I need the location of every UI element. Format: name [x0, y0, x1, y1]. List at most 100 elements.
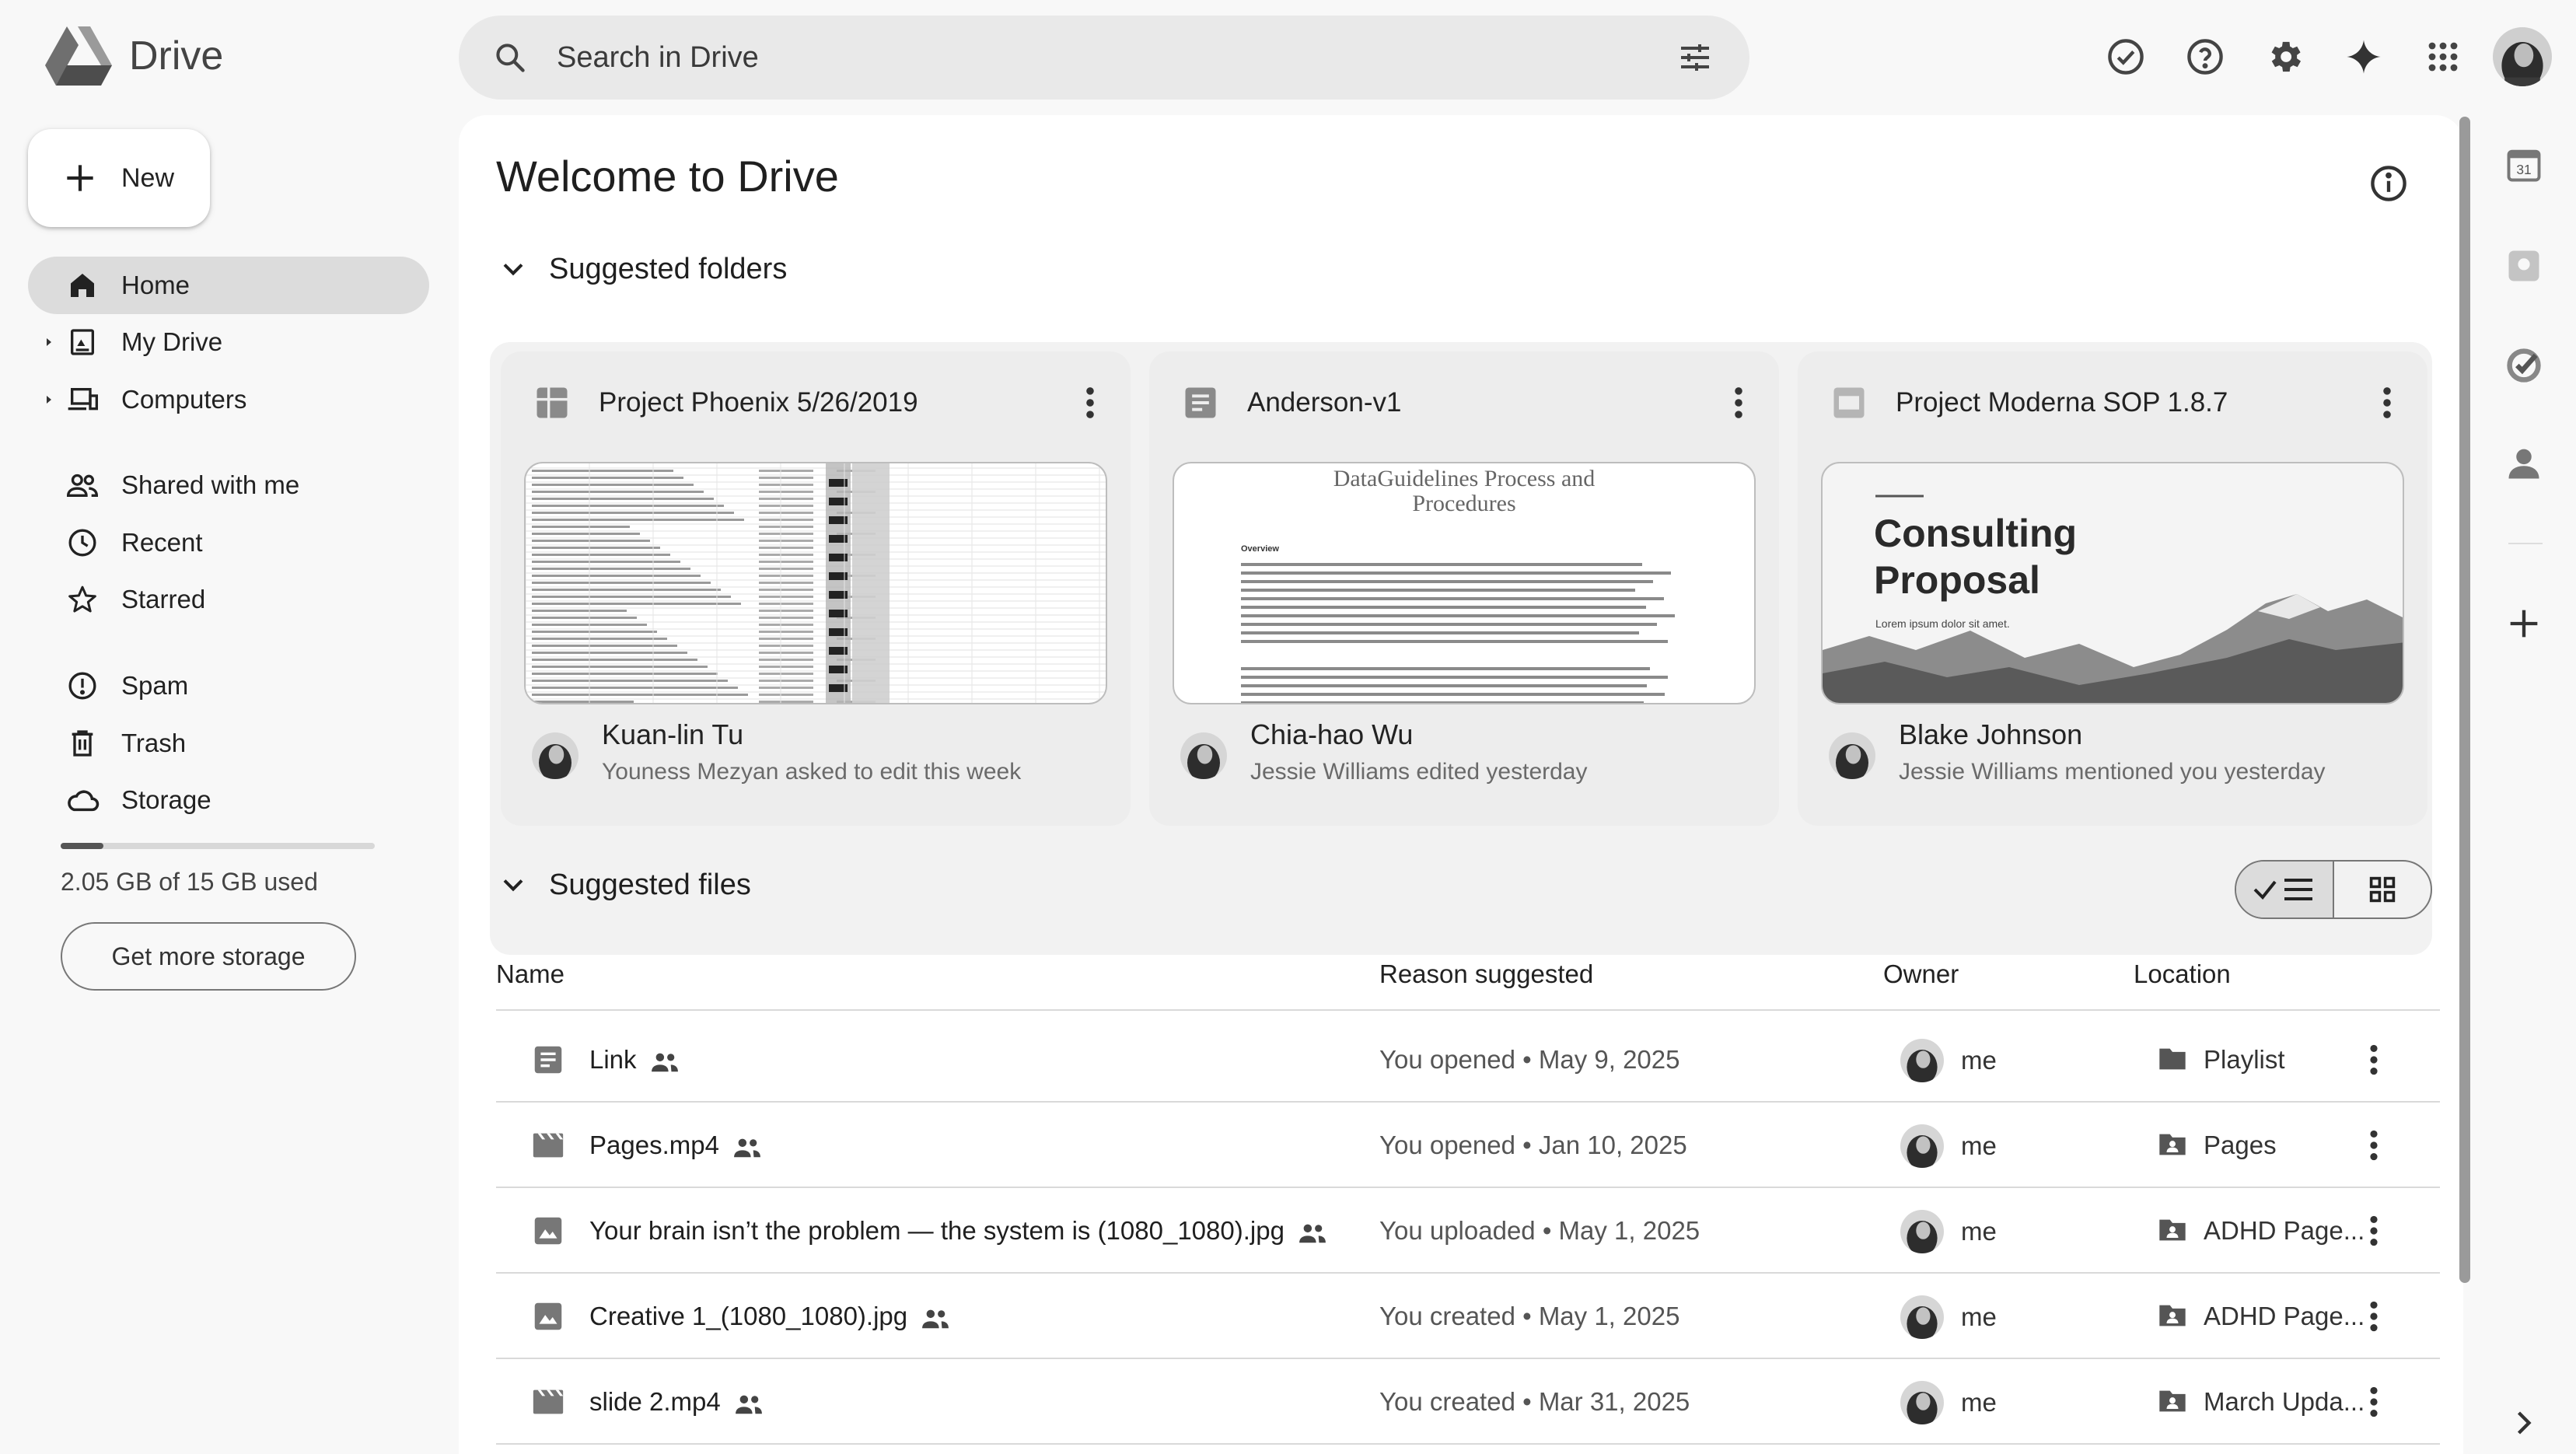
video-icon — [530, 1384, 566, 1420]
new-button[interactable]: New — [28, 129, 210, 227]
add-addon-icon[interactable] — [2504, 603, 2544, 644]
chevron-right-icon[interactable] — [2504, 1403, 2544, 1443]
suggested-card[interactable]: Anderson-v1 DataGuidelines Process and P… — [1149, 351, 1779, 826]
keep-icon[interactable] — [2504, 246, 2544, 286]
gemini-sparkle-icon[interactable] — [2333, 26, 2394, 87]
help-icon[interactable] — [2175, 26, 2235, 87]
sidebar-item-my-drive[interactable]: My Drive — [28, 313, 429, 371]
grid-icon — [2369, 876, 2396, 903]
people-icon — [62, 465, 103, 505]
suggested-card[interactable]: Project Moderna SOP 1.8.7 Consulting Pro… — [1798, 351, 2427, 826]
drive-logo[interactable]: Drive — [45, 26, 223, 86]
my-drive-icon — [62, 322, 103, 362]
get-more-storage-button[interactable]: Get more storage — [61, 922, 356, 991]
drive-app: Drive Search in Drive New Home My Drive … — [0, 0, 2576, 1454]
location-cell[interactable]: ADHD Page... — [2141, 1216, 2365, 1246]
card-title: Project Moderna SOP 1.8.7 — [1896, 387, 2228, 418]
location-cell[interactable]: Playlist — [2141, 1045, 2285, 1075]
info-icon[interactable] — [2368, 163, 2409, 204]
thumb-slide-title: Consulting Proposal — [1874, 512, 2078, 602]
card-owner: Blake Johnson — [1899, 718, 2083, 750]
ready-for-offline-icon[interactable] — [2095, 26, 2156, 87]
avatar — [1829, 732, 1875, 779]
spreadsheet-thumbnail — [524, 462, 1107, 704]
location-cell[interactable]: March Upda... — [2141, 1387, 2365, 1417]
shared-folder-icon — [2157, 1217, 2188, 1245]
sidebar-item-home[interactable]: Home — [28, 257, 429, 314]
table-row[interactable]: Creative 1_(1080_1080).jpg You created • … — [496, 1274, 2440, 1359]
suggested-card[interactable]: Project Phoenix 5/26/2019 Kuan-lin Tu Yo… — [501, 351, 1131, 826]
file-table-header: Name Reason suggested Owner Location — [496, 944, 2440, 1011]
suggested-folders-header[interactable]: Suggested folders — [496, 252, 787, 286]
scrollbar[interactable] — [2459, 117, 2470, 1283]
location-cell[interactable]: Pages — [2141, 1131, 2277, 1160]
suggested-files-header[interactable]: Suggested files — [496, 868, 751, 902]
shared-people-icon — [733, 1392, 764, 1415]
grid-view-button[interactable] — [2334, 862, 2431, 917]
avatar — [532, 732, 578, 779]
suggested-cards: Project Phoenix 5/26/2019 Kuan-lin Tu Yo… — [490, 342, 2432, 955]
table-row[interactable]: slide 2.mp4 You created • Mar 31, 2025 me M… — [496, 1359, 2440, 1445]
docs-icon — [530, 1042, 566, 1078]
chevron-down-icon[interactable] — [496, 868, 530, 902]
expand-caret-icon[interactable] — [44, 337, 54, 348]
app-name: Drive — [129, 33, 224, 79]
more-vert-icon[interactable] — [2370, 383, 2404, 423]
owner-cell: me — [1883, 1124, 1997, 1168]
sidebar-item-recent[interactable]: Recent — [28, 514, 429, 571]
file-name: Pages.mp4 — [589, 1131, 763, 1160]
storage-usage-fill — [61, 843, 104, 849]
spam-icon — [62, 666, 103, 706]
computers-icon — [62, 379, 103, 420]
card-activity: Youness Mezyan asked to edit this week — [602, 759, 1022, 785]
sidebar-item-computers[interactable]: Computers — [28, 371, 429, 428]
sidebar-item-starred[interactable]: Starred — [28, 571, 429, 628]
search-filter-icon[interactable] — [1672, 34, 1718, 81]
sidebar-item-trash[interactable]: Trash — [28, 715, 429, 772]
contacts-icon[interactable] — [2504, 443, 2544, 484]
search-icon[interactable] — [488, 36, 532, 79]
settings-gear-icon[interactable] — [2254, 26, 2315, 87]
new-button-label: New — [121, 163, 175, 193]
reason-suggested: You created • Mar 31, 2025 — [1379, 1387, 1690, 1416]
expand-caret-icon[interactable] — [44, 394, 54, 405]
apps-grid-icon[interactable] — [2413, 26, 2473, 87]
storage-usage-text: 2.05 GB of 15 GB used — [61, 868, 318, 896]
main-content: Welcome to Drive Suggested folders Proje… — [459, 115, 2463, 1454]
owner-cell: me — [1883, 1381, 1997, 1424]
table-row[interactable]: Pages.mp4 You opened • Jan 10, 2025 me Page… — [496, 1103, 2440, 1188]
sidebar-item-shared-with-me[interactable]: Shared with me — [28, 456, 429, 514]
account-avatar[interactable] — [2492, 26, 2553, 87]
tasks-icon[interactable] — [2504, 345, 2544, 386]
clock-icon — [62, 523, 103, 563]
table-row[interactable]: Your brain isn’t the problem — the syste… — [496, 1188, 2440, 1274]
more-vert-icon[interactable] — [2362, 1126, 2386, 1165]
more-vert-icon[interactable] — [1073, 383, 1107, 423]
more-vert-icon[interactable] — [2362, 1382, 2386, 1421]
reason-suggested: You uploaded • May 1, 2025 — [1379, 1216, 1700, 1245]
folder-icon — [2157, 1046, 2188, 1074]
reason-suggested: You opened • Jan 10, 2025 — [1379, 1131, 1687, 1159]
location-cell[interactable]: ADHD Page... — [2141, 1302, 2365, 1331]
calendar-icon[interactable]: 31 — [2504, 145, 2544, 185]
more-vert-icon[interactable] — [1721, 383, 1756, 423]
shared-people-icon — [732, 1135, 763, 1159]
column-name[interactable]: Name — [496, 959, 564, 989]
more-vert-icon[interactable] — [2362, 1297, 2386, 1336]
card-title: Project Phoenix 5/26/2019 — [599, 387, 918, 418]
column-owner: Owner — [1883, 959, 1959, 988]
chevron-down-icon[interactable] — [496, 252, 530, 286]
more-vert-icon[interactable] — [2362, 1040, 2386, 1079]
table-row[interactable]: Link You opened • May 9, 2025 me Playlist — [496, 1017, 2440, 1103]
avatar — [1900, 1210, 1944, 1253]
shared-folder-icon — [2157, 1302, 2188, 1330]
sidebar-item-spam[interactable]: Spam — [28, 657, 429, 715]
shared-people-icon — [649, 1050, 680, 1073]
search-bar[interactable] — [459, 16, 1749, 100]
more-vert-icon[interactable] — [2362, 1211, 2386, 1250]
card-activity: Jessie Williams mentioned you yesterday — [1899, 759, 2326, 785]
list-view-button[interactable] — [2236, 862, 2334, 917]
column-reason: Reason suggested — [1379, 959, 1594, 988]
search-input[interactable] — [557, 40, 1672, 75]
sidebar-item-storage[interactable]: Storage — [28, 771, 429, 829]
